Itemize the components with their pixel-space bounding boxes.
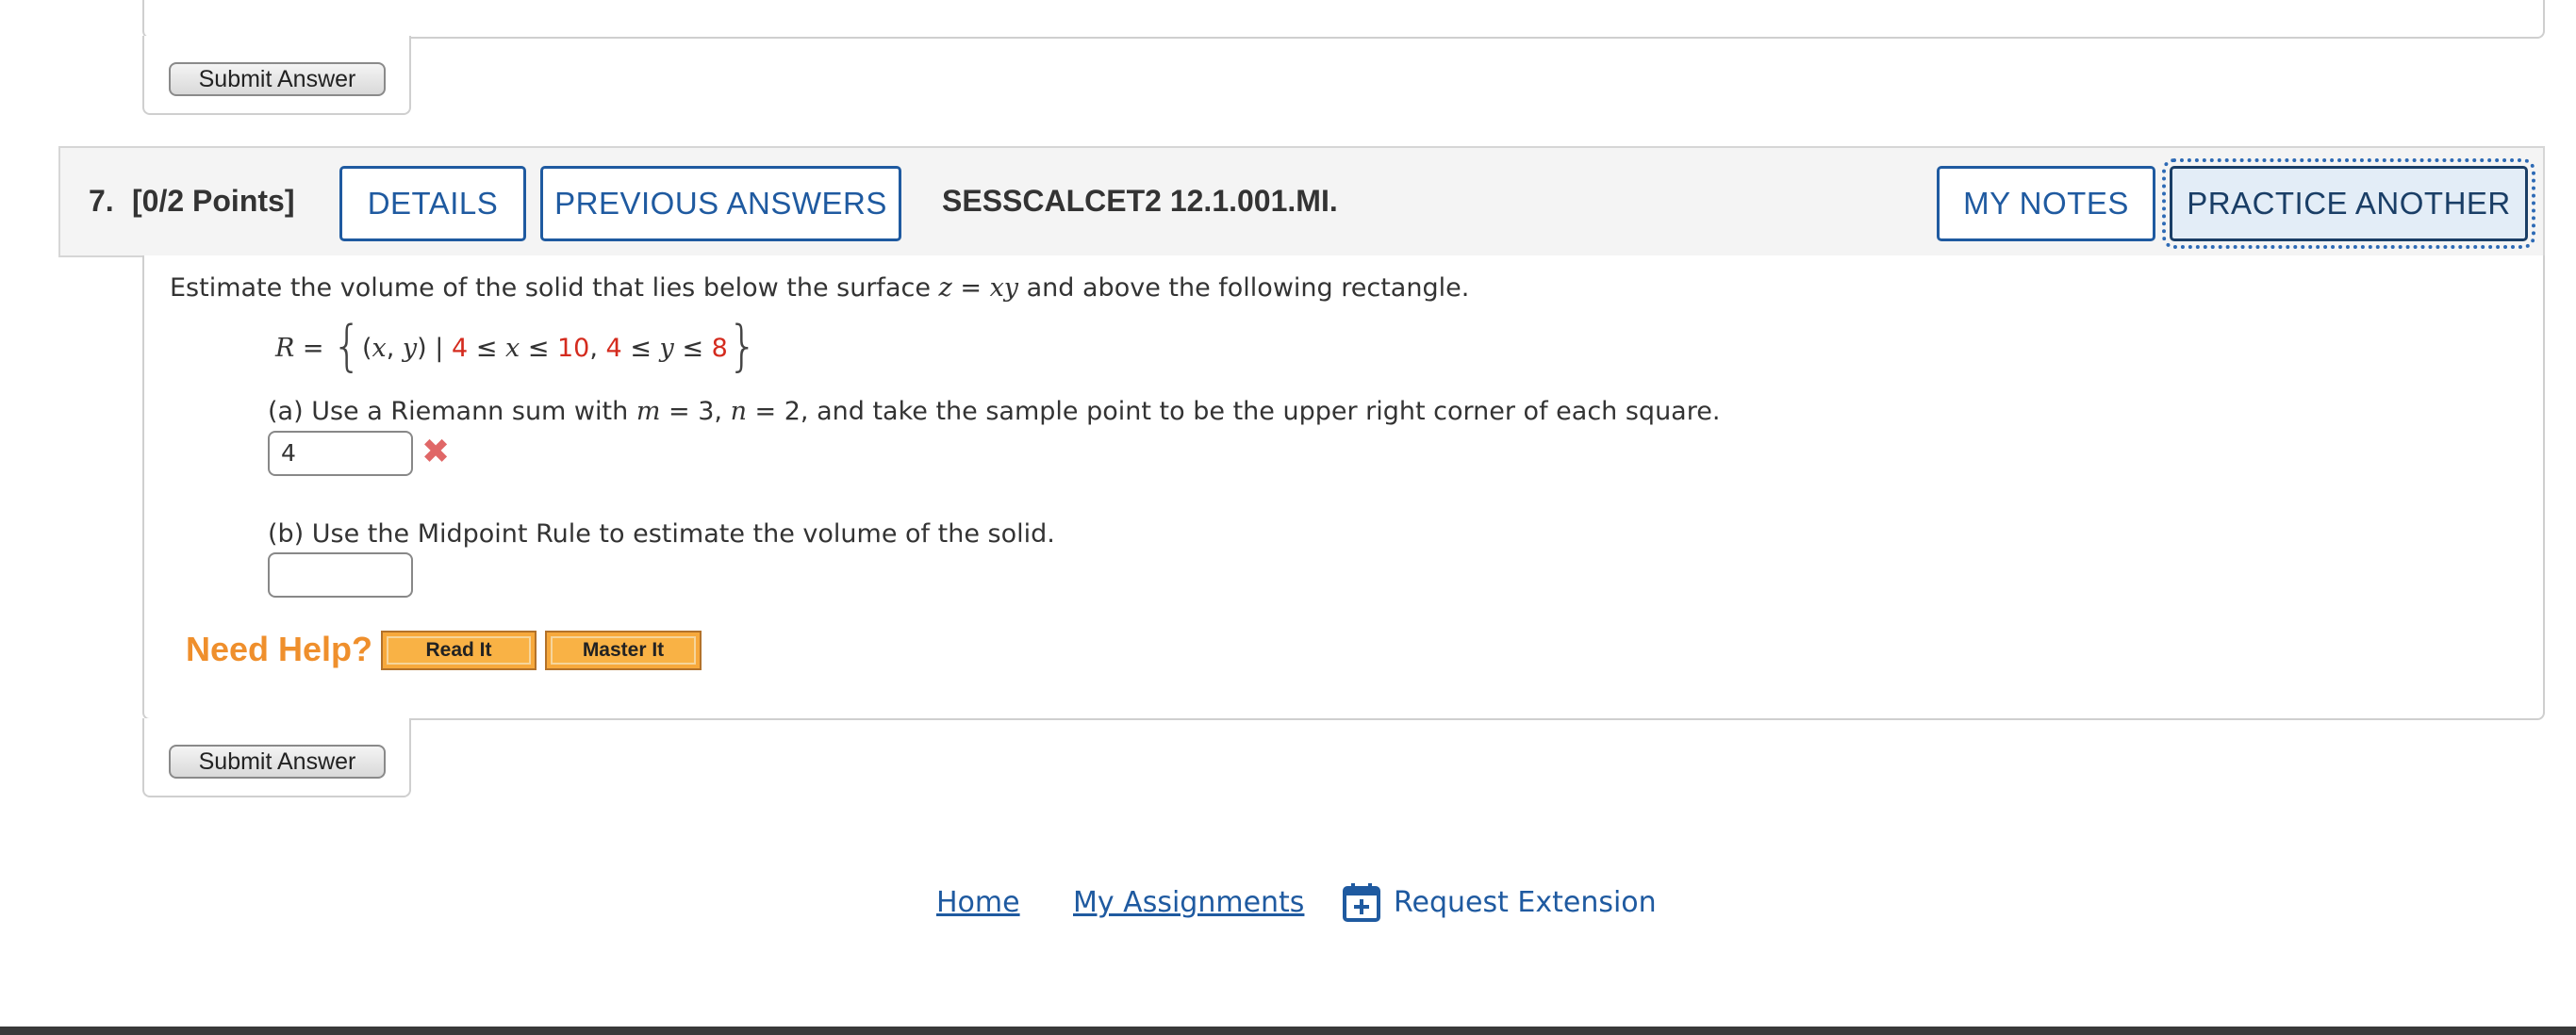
region-x-var-2: x bbox=[504, 334, 520, 363]
master-it-label: Master It bbox=[551, 636, 696, 665]
region-y-var: y bbox=[402, 334, 418, 363]
question-prompt: Estimate the volume of the solid that li… bbox=[170, 273, 1469, 303]
region-x-max: 10 bbox=[556, 334, 590, 363]
part-a-text-2: = 3, bbox=[660, 397, 731, 426]
master-it-button[interactable]: Master It bbox=[545, 631, 702, 670]
question-header: 7. [0/2 Points] DETAILS PREVIOUS ANSWERS… bbox=[58, 146, 2545, 257]
my-assignments-link[interactable]: My Assignments bbox=[1073, 886, 1304, 919]
question-code: SESSCALCET2 12.1.001.MI. bbox=[942, 184, 1338, 218]
details-button[interactable]: DETAILS bbox=[339, 166, 526, 241]
prompt-z-variable: z bbox=[938, 273, 952, 303]
region-y-max: 8 bbox=[711, 334, 728, 363]
region-x-var: x bbox=[372, 334, 387, 363]
previous-question-card bbox=[142, 0, 2545, 39]
open-brace: { bbox=[332, 314, 362, 378]
home-link[interactable]: Home bbox=[936, 886, 1020, 919]
calendar-plus-icon bbox=[1343, 883, 1380, 922]
part-b-answer-input[interactable] bbox=[268, 552, 413, 598]
part-a-m-variable: m bbox=[636, 397, 661, 426]
prompt-text-start: Estimate the volume of the solid that li… bbox=[170, 273, 939, 303]
region-y-min: 4 bbox=[605, 334, 622, 363]
request-extension-link[interactable]: Request Extension bbox=[1343, 882, 1657, 922]
part-a-answer-input[interactable]: 4 bbox=[268, 431, 413, 476]
region-x-min: 4 bbox=[451, 334, 469, 363]
read-it-button[interactable]: Read It bbox=[381, 631, 537, 670]
submit-answer-button[interactable]: Submit Answer bbox=[169, 745, 386, 779]
part-a-n-variable: n bbox=[730, 397, 747, 426]
read-it-label: Read It bbox=[387, 636, 531, 665]
prompt-equals: = bbox=[951, 273, 990, 303]
part-b-text: (b) Use the Midpoint Rule to estimate th… bbox=[268, 519, 1055, 549]
previous-submit-tab: Submit Answer bbox=[142, 36, 411, 115]
part-a-text: (a) Use a Riemann sum with m = 3, n = 2,… bbox=[268, 397, 1720, 426]
close-brace: } bbox=[727, 314, 758, 378]
practice-another-button[interactable]: PRACTICE ANOTHER bbox=[2162, 158, 2535, 249]
previous-answers-button[interactable]: PREVIOUS ANSWERS bbox=[540, 166, 901, 241]
part-a-text-3: = 2, and take the sample point to be the… bbox=[746, 397, 1721, 426]
prompt-xy-variable: xy bbox=[989, 273, 1019, 303]
submit-tab: Submit Answer bbox=[142, 718, 411, 797]
question-number: 7. bbox=[89, 184, 114, 218]
page-bottom-bar bbox=[0, 1027, 2576, 1035]
question-points: [0/2 Points] bbox=[132, 184, 295, 218]
prompt-text-end: and above the following rectangle. bbox=[1018, 273, 1470, 303]
previous-submit-answer-button[interactable]: Submit Answer bbox=[169, 62, 386, 96]
incorrect-x-icon: ✖ bbox=[421, 433, 451, 471]
part-a-text-1: (a) Use a Riemann sum with bbox=[268, 397, 636, 426]
request-extension-label: Request Extension bbox=[1394, 885, 1657, 919]
region-name: R bbox=[275, 334, 295, 363]
need-help-label: Need Help? bbox=[186, 630, 373, 668]
my-notes-button[interactable]: MY NOTES bbox=[1937, 166, 2155, 241]
region-definition: R = {(x, y) | 4 ≤ x ≤ 10, 4 ≤ y ≤ 8} bbox=[275, 314, 758, 378]
region-y-var-2: y bbox=[659, 334, 674, 363]
